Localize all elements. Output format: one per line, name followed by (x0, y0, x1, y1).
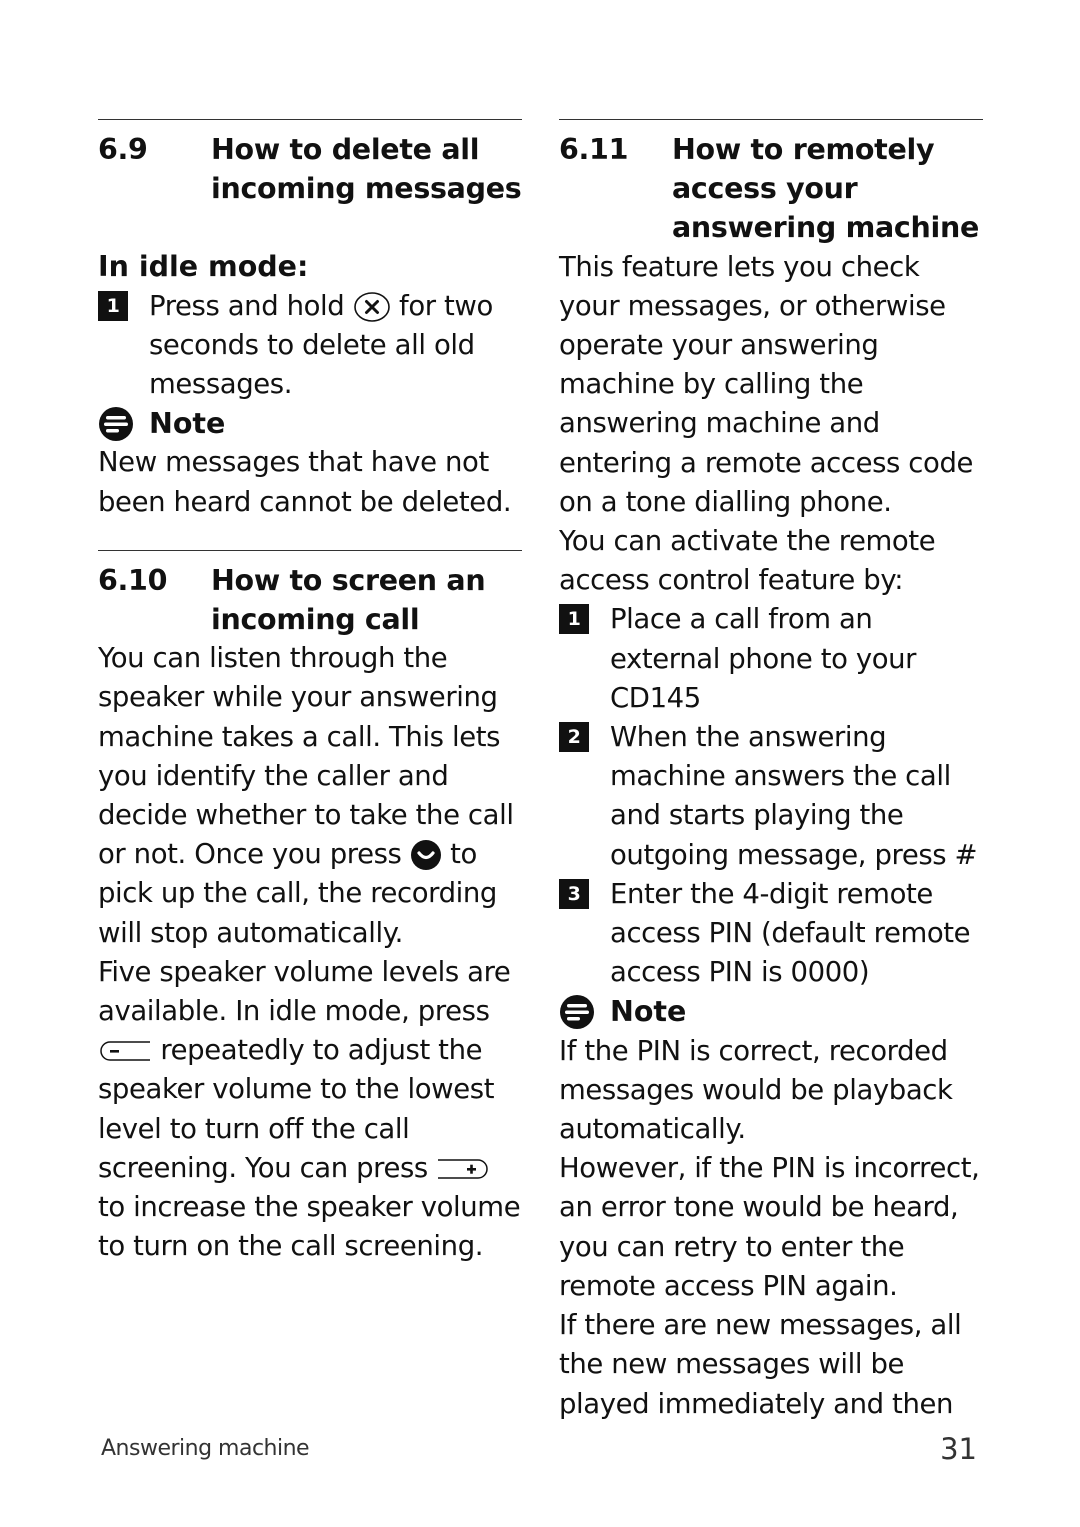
note-text: If there are new messages, all the new m… (559, 1309, 962, 1420)
section-6-10-heading: 6.10 How to screen an incoming call (98, 561, 522, 639)
step-number-badge: 1 (98, 290, 128, 321)
step-text: Place a call from an external phone to y… (610, 603, 917, 714)
left-column: 6.9 How to delete all incoming messages … (98, 119, 522, 1266)
intro-paragraph-2: You can activate the remote access contr… (559, 525, 936, 597)
volume-paragraph: Five speaker volume levels are available… (98, 955, 521, 1263)
step-item: 1 Place a call from an external phone to… (559, 600, 983, 718)
step-number-badge: 2 (559, 722, 589, 753)
section-number: 6.9 (98, 133, 148, 166)
page-number: 31 (940, 1432, 977, 1466)
footer-chapter-label: Answering machine (101, 1436, 310, 1461)
note-icon (560, 995, 594, 1030)
volume-down-key-icon (100, 1041, 150, 1062)
section-divider (98, 549, 522, 551)
step-item: 1 Press and hold for two seconds to dele… (98, 287, 522, 405)
step-text: When the answering machine answers the c… (610, 721, 978, 871)
screening-paragraph: You can listen through the speaker while… (98, 642, 514, 949)
note-heading: Note (98, 404, 522, 443)
volume-up-key-icon (438, 1159, 488, 1179)
note-text: New messages that have not been heard ca… (98, 446, 512, 518)
section-divider (98, 119, 522, 120)
right-column: 6.11 How to remotely access your answeri… (559, 119, 983, 1424)
section-title: How to delete all incoming messages (211, 133, 522, 206)
step-item: 3 Enter the 4-digit remote access PIN (d… (559, 875, 983, 993)
section-title: How to remotely access your answering ma… (672, 133, 979, 245)
step-text: Press and hold for two seconds to delete… (149, 289, 493, 401)
note-heading: Note (559, 992, 983, 1031)
step-item: 2 When the answering machine answers the… (559, 718, 983, 875)
section-number: 6.10 (98, 563, 168, 597)
note-text: If the PIN is correct, recorded messages… (559, 1034, 953, 1146)
section-6-9-heading: 6.9 How to delete all incoming messages (98, 130, 522, 208)
section-number: 6.11 (559, 133, 629, 166)
step-number-badge: 1 (559, 604, 589, 635)
section-divider (559, 119, 983, 120)
section-title: How to screen an incoming call (211, 563, 486, 637)
idle-mode-subheading: In idle mode: (98, 250, 309, 284)
intro-paragraph: This feature lets you check your message… (559, 250, 974, 518)
delete-x-key-icon (353, 291, 390, 322)
section-6-11-heading: 6.11 How to remotely access your answeri… (559, 130, 983, 248)
note-text: However, if the PIN is incorrect, an err… (559, 1152, 980, 1302)
note-label: Note (149, 407, 226, 441)
step-number-badge: 3 (559, 878, 589, 909)
note-label: Note (610, 995, 687, 1029)
note-icon (99, 406, 133, 441)
talk-key-icon (410, 840, 441, 871)
step-text: Enter the 4-digit remote access PIN (def… (610, 877, 971, 989)
